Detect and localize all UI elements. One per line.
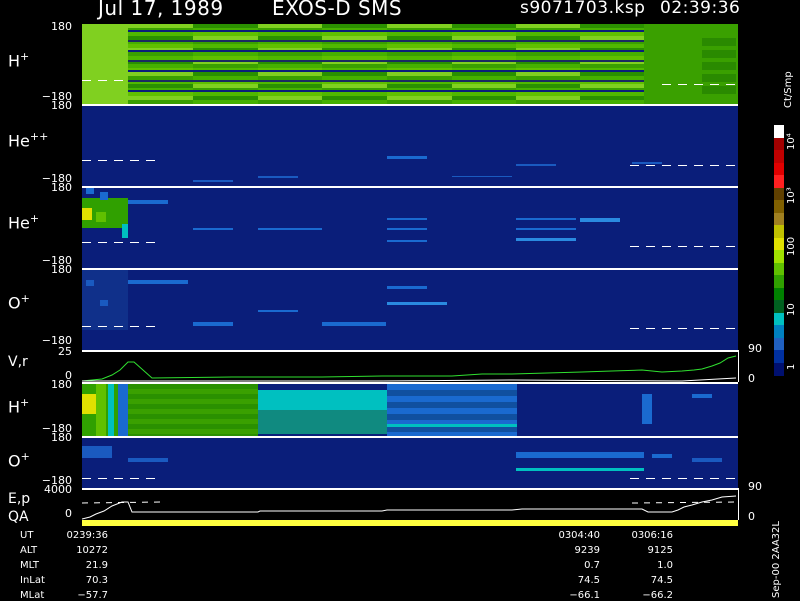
ephem-value: 1.0 bbox=[657, 560, 673, 571]
right-axis bbox=[738, 488, 739, 520]
ytick: 180 bbox=[51, 181, 72, 194]
rtick: 0 bbox=[748, 510, 755, 523]
label-vr: V,r bbox=[8, 354, 28, 370]
ephem-value: 0239:36 bbox=[66, 530, 108, 541]
colorbar-step bbox=[774, 362, 784, 376]
colorbar-tick-100: 100 bbox=[786, 236, 797, 256]
colorbar-step bbox=[774, 225, 784, 238]
ytick: 25 bbox=[58, 345, 72, 358]
ep-white-line bbox=[82, 495, 737, 520]
colorbar-tick-10: 10 bbox=[786, 303, 797, 316]
colorbar-step bbox=[774, 162, 784, 176]
ytick: 180 bbox=[51, 378, 72, 391]
ephem-value: 74.5 bbox=[650, 575, 673, 586]
ytick: 180 bbox=[51, 263, 72, 276]
colorbar-step bbox=[774, 262, 784, 276]
colorbar-unit: Ct/Smp bbox=[783, 71, 794, 108]
footer-stamp: Sep-00 2AA32L bbox=[771, 521, 782, 598]
colorbar-step bbox=[774, 250, 784, 263]
colorbar-step bbox=[774, 300, 784, 313]
ephem-value: 0304:40 bbox=[558, 530, 600, 541]
colorbar-step bbox=[774, 187, 784, 201]
colorbar-step bbox=[774, 150, 784, 163]
colorbar-step bbox=[774, 325, 784, 338]
ephem-value: 74.5 bbox=[577, 575, 600, 586]
right-axis bbox=[738, 350, 739, 382]
ephem-row-label: MLat bbox=[20, 590, 45, 601]
vr-white-line bbox=[82, 377, 737, 382]
label-h-plus-bot: H+ bbox=[8, 396, 30, 417]
ephem-value: 10272 bbox=[76, 545, 108, 556]
ephem-value: −66.2 bbox=[642, 590, 673, 601]
ephem-value: 9239 bbox=[574, 545, 600, 556]
rtick: 0 bbox=[748, 372, 755, 385]
label-qa: QA bbox=[8, 509, 29, 525]
ep-white-dash-right bbox=[631, 501, 737, 504]
ephem-value: 70.3 bbox=[85, 575, 108, 586]
label-he-pp: He++ bbox=[8, 130, 49, 151]
ytick: 180 bbox=[51, 99, 72, 112]
colorbar bbox=[774, 125, 784, 376]
colorbar-step bbox=[774, 237, 784, 251]
ytick: 0 bbox=[65, 507, 72, 520]
ytick: 180 bbox=[51, 20, 72, 33]
label-ep: E,p bbox=[8, 491, 31, 507]
colorbar-step bbox=[774, 200, 784, 213]
line-overlays bbox=[82, 355, 737, 520]
colorbar-step bbox=[774, 337, 784, 351]
colorbar-step bbox=[774, 125, 784, 138]
ephem-value: 0306:16 bbox=[631, 530, 673, 541]
label-o-plus-bot: O+ bbox=[8, 450, 30, 471]
rtick: 90 bbox=[748, 342, 762, 355]
colorbar-step bbox=[774, 212, 784, 226]
colorbar-tick-1e4: 10⁴ bbox=[786, 133, 797, 150]
vr-green-line bbox=[82, 355, 737, 382]
colorbar-step bbox=[774, 275, 784, 288]
colorbar-step bbox=[774, 312, 784, 326]
ytick: 180 bbox=[51, 431, 72, 444]
colorbar-step bbox=[774, 175, 784, 188]
ytick: 4000 bbox=[44, 483, 72, 496]
ephem-value: 9125 bbox=[647, 545, 673, 556]
ephem-value: 21.9 bbox=[85, 560, 108, 571]
ephem-row-label: InLat bbox=[20, 575, 45, 586]
colorbar-step bbox=[774, 350, 784, 363]
label-he-plus: He+ bbox=[8, 212, 40, 233]
label-h-plus-top: H+ bbox=[8, 50, 30, 71]
rtick: 90 bbox=[748, 480, 762, 493]
ephem-value: −66.1 bbox=[569, 590, 600, 601]
ep-white-dash bbox=[82, 501, 163, 504]
label-o-plus-top: O+ bbox=[8, 292, 30, 313]
ephem-row-label: UT bbox=[20, 530, 34, 541]
colorbar-step bbox=[774, 287, 784, 301]
colorbar-tick-1e3: 10³ bbox=[786, 187, 797, 204]
ephem-row-label: MLT bbox=[20, 560, 39, 571]
ephem-value: 0.7 bbox=[584, 560, 600, 571]
ephem-value: −57.7 bbox=[77, 590, 108, 601]
colorbar-step bbox=[774, 137, 784, 151]
colorbar-tick-1: 1 bbox=[786, 363, 797, 370]
ephem-row-label: ALT bbox=[20, 545, 38, 556]
